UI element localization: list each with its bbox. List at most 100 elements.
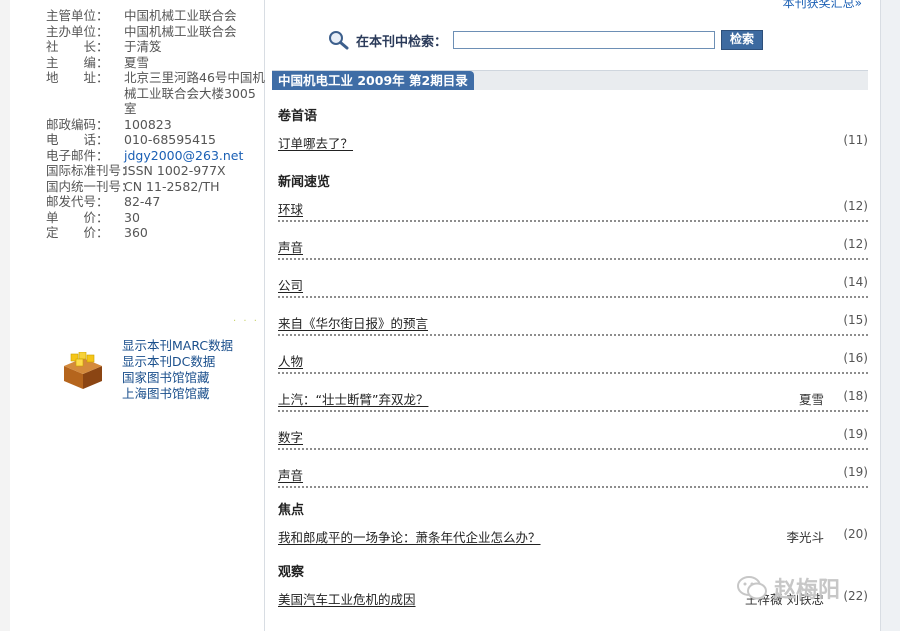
- article-link[interactable]: 美国汽车工业危机的成因: [278, 589, 416, 608]
- info-label: 主管单位：: [46, 8, 109, 23]
- article-author: 夏雪: [798, 392, 824, 407]
- toc-item: 公司 (14): [278, 270, 868, 308]
- link-shanghai-library[interactable]: 上海图书馆馆藏: [122, 386, 233, 402]
- search-button[interactable]: 检索: [721, 30, 764, 50]
- info-value: ISSN 1002-977X: [124, 163, 226, 178]
- article-page: (12): [843, 237, 868, 251]
- info-label: 邮发代号：: [46, 194, 109, 209]
- article-link[interactable]: 人物: [278, 351, 303, 370]
- article-page: (15): [843, 313, 868, 327]
- package-box-icon: [64, 352, 102, 389]
- info-value: 中国机械工业联合会: [124, 8, 237, 23]
- article-link[interactable]: 数字: [278, 427, 303, 446]
- article-page: (12): [843, 199, 868, 213]
- toc-item: 来自《华尔街日报》的预言 (15): [278, 308, 868, 346]
- info-value: 010-68595415: [124, 132, 216, 147]
- resource-links: 显示本刊MARC数据 显示本刊DC数据 国家图书馆馆藏 上海图书馆馆藏: [122, 338, 233, 402]
- search-label: 在本刊中检索：: [356, 34, 448, 50]
- info-label: 单 价：: [46, 209, 109, 225]
- dotted-divider: [278, 334, 868, 336]
- article-page: (11): [843, 133, 868, 147]
- main-content: 本刊获奖汇总» 在本刊中检索： 检索 中国机电工业 2009年 第2期目录 卷首…: [272, 0, 872, 631]
- info-row-unit-price: 单 价： 30: [46, 210, 268, 226]
- toc-item: 我和郎咸平的一场争论：萧条年代企业怎么办？ 李光斗 (20): [278, 522, 868, 552]
- article-page: (18): [843, 389, 868, 403]
- info-label: 国内统一刊号：: [46, 178, 134, 194]
- info-label: 电 话：: [46, 132, 109, 147]
- info-value: CN 11-2582/TH: [124, 178, 220, 194]
- info-value: 100823: [124, 116, 172, 132]
- info-row-cn: 国内统一刊号： CN 11-2582/TH: [46, 179, 268, 195]
- search-icon: [329, 31, 349, 50]
- info-value: 360: [124, 225, 148, 240]
- info-label: 主 编：: [46, 54, 109, 70]
- email-link[interactable]: jdgy2000@263.net: [124, 148, 268, 164]
- toc-item: 人物 (16): [278, 346, 868, 384]
- article-page: (19): [843, 427, 868, 441]
- article-page: (16): [843, 351, 868, 365]
- toc-item: 声音 (12): [278, 232, 868, 270]
- section-title: 焦点: [278, 503, 305, 518]
- info-label: 社 长：: [46, 39, 109, 54]
- right-frame: [880, 0, 900, 631]
- article-page: (20): [843, 527, 868, 541]
- toc-item: 声音 (19): [278, 460, 868, 498]
- toc-item: 数字 (19): [278, 422, 868, 460]
- info-value: 于清笈: [124, 39, 162, 54]
- info-row-address: 地 址： 北京三里河路46号中国机械工业联合会大楼3005室: [46, 70, 268, 117]
- search-bar: 在本刊中检索： 检索: [328, 30, 764, 50]
- article-link[interactable]: 声音: [278, 465, 303, 484]
- article-link[interactable]: 我和郎咸平的一场争论：萧条年代企业怎么办？: [278, 527, 541, 546]
- article-author: 李光斗: [786, 530, 824, 545]
- link-dc-data[interactable]: 显示本刊DC数据: [122, 354, 233, 370]
- toc-item: 订单哪去了？ (11): [278, 128, 868, 158]
- toc-item: 环球 (12): [278, 194, 868, 232]
- left-frame: [0, 0, 10, 631]
- journal-info: 主管单位： 中国机械工业联合会 主办单位： 中国机械工业联合会 社 长： 于清笈 主 …: [46, 8, 268, 241]
- info-value: 82-47: [124, 194, 161, 209]
- article-link[interactable]: 订单哪去了？: [278, 133, 353, 152]
- article-link[interactable]: 声音: [278, 237, 303, 256]
- info-row-phone: 电 话： 010-68595415: [46, 132, 268, 148]
- toc-item: 上汽：“壮士断臂”弃双龙？ 夏雪 (18): [278, 384, 868, 422]
- info-row-email: 电子邮件： jdgy2000@263.net: [46, 148, 268, 164]
- info-row-annual-price: 定 价： 360: [46, 225, 268, 241]
- dotted-divider: [278, 372, 868, 374]
- issue-title: 中国机电工业 2009年 第2期目录: [272, 71, 474, 90]
- watermark-text: 赵梅阳: [774, 578, 841, 603]
- wechat-icon: [737, 576, 767, 600]
- info-value: 30: [124, 209, 140, 225]
- article-page: (22): [843, 589, 868, 603]
- info-label: 地 址：: [46, 70, 109, 85]
- sidebar: 主管单位： 中国机械工业联合会 主办单位： 中国机械工业联合会 社 长： 于清笈 主 …: [10, 0, 265, 631]
- article-page: (19): [843, 465, 868, 479]
- article-page: (14): [843, 275, 868, 289]
- info-value: 中国机械工业联合会: [124, 23, 237, 39]
- issue-header-bar: 中国机电工业 2009年 第2期目录: [272, 70, 868, 90]
- decorative-dots: · · ·: [233, 316, 259, 327]
- table-of-contents: 卷首语 订单哪去了？ (11) 新闻速览 环球 (12) 声音 (12) 公司 …: [278, 106, 868, 614]
- article-link[interactable]: 来自《华尔街日报》的预言: [278, 313, 428, 332]
- watermark: 赵梅阳: [736, 572, 840, 604]
- dotted-divider: [278, 296, 868, 298]
- info-row-president: 社 长： 于清笈: [46, 39, 268, 55]
- info-row-supervisor: 主管单位： 中国机械工业联合会: [46, 8, 268, 24]
- info-label: 定 价：: [46, 225, 109, 240]
- info-label: 主办单位：: [46, 23, 109, 39]
- article-link[interactable]: 上汽：“壮士断臂”弃双龙？: [278, 389, 428, 408]
- link-national-library[interactable]: 国家图书馆馆藏: [122, 370, 233, 386]
- link-marc-data[interactable]: 显示本刊MARC数据: [122, 338, 233, 354]
- info-label: 电子邮件：: [46, 147, 109, 163]
- info-label: 国际标准刊号：: [46, 163, 134, 178]
- info-row-postcode: 邮政编码： 100823: [46, 117, 268, 133]
- dotted-divider: [278, 220, 868, 222]
- info-row-editor: 主 编： 夏雪: [46, 55, 268, 71]
- article-link[interactable]: 环球: [278, 199, 303, 218]
- article-link[interactable]: 公司: [278, 275, 303, 294]
- dotted-divider: [278, 486, 868, 488]
- search-input[interactable]: [453, 31, 716, 49]
- awards-link[interactable]: 本刊获奖汇总»: [783, 0, 862, 11]
- info-row-issn: 国际标准刊号： ISSN 1002-977X: [46, 163, 268, 179]
- info-value: 北京三里河路46号中国机械工业联合会大楼3005室: [124, 70, 265, 116]
- info-row-post-code: 邮发代号： 82-47: [46, 194, 268, 210]
